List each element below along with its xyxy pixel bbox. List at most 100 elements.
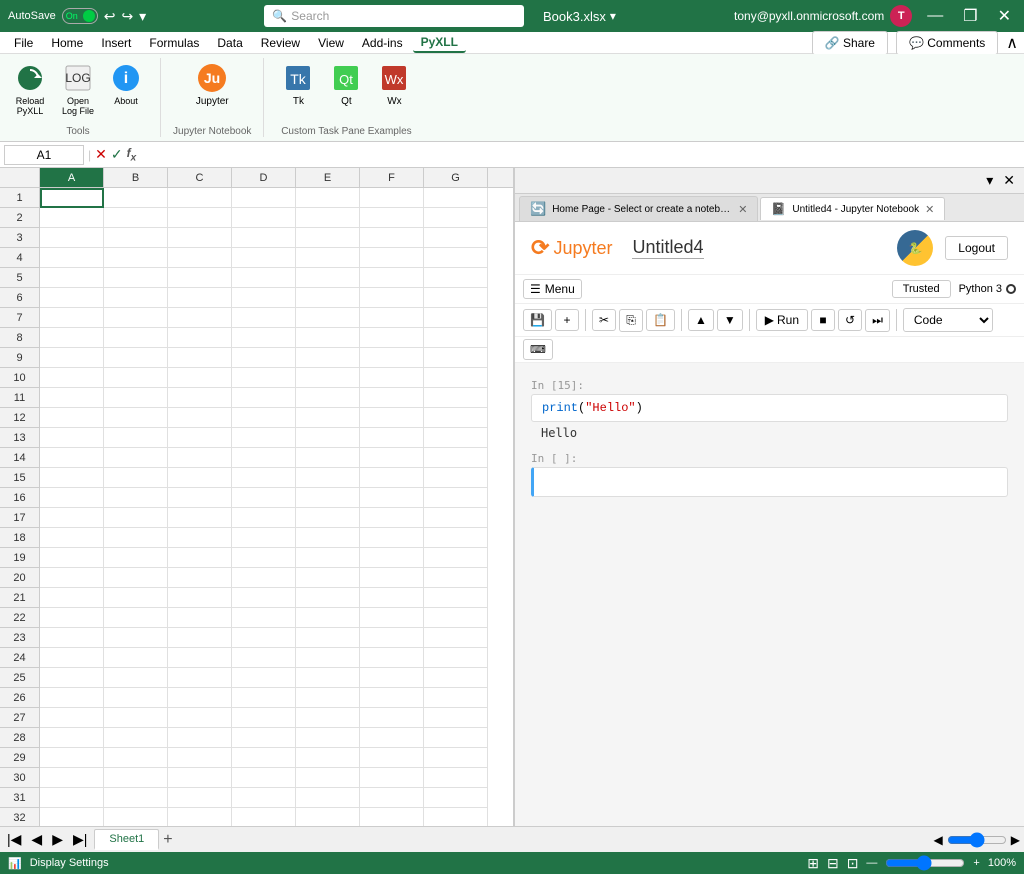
menu-file[interactable]: File: [6, 34, 41, 52]
page-layout-button[interactable]: ⊟: [827, 855, 839, 872]
menu-view[interactable]: View: [310, 34, 352, 52]
close-button[interactable]: ✕: [993, 4, 1016, 28]
wx-button[interactable]: Wx Wx: [372, 58, 416, 111]
cell-a2[interactable]: [40, 208, 104, 228]
minimize-button[interactable]: —: [922, 5, 948, 27]
cut-cell-button[interactable]: ✂: [592, 309, 616, 331]
autosave-label: AutoSave: [8, 10, 56, 22]
table-row: [40, 268, 513, 288]
move-cell-up-button[interactable]: ▲: [688, 309, 714, 331]
cell-f1[interactable]: [360, 188, 424, 208]
table-row: [40, 328, 513, 348]
interrupt-kernel-button[interactable]: ■: [811, 309, 835, 331]
maximize-button[interactable]: ❐: [958, 4, 982, 28]
file-dropdown-icon[interactable]: ▾: [610, 9, 616, 23]
scroll-left-button[interactable]: ◀: [934, 833, 943, 847]
jupyter-button[interactable]: Ju Jupyter: [190, 58, 235, 111]
notebook-cell-2: In [ ]:: [531, 452, 1008, 497]
cell-g1[interactable]: [424, 188, 488, 208]
menu-home[interactable]: Home: [43, 34, 91, 52]
sheet-nav-first[interactable]: |◀: [4, 831, 24, 848]
autosave-toggle[interactable]: On: [62, 8, 98, 24]
scroll-right-button[interactable]: ▶: [1011, 833, 1020, 847]
sheet-tab-sheet1[interactable]: Sheet1: [94, 829, 159, 850]
sheet-bar-right: ◀ ▶: [934, 832, 1020, 848]
zoom-plus-icon[interactable]: +: [973, 857, 979, 869]
fast-forward-button[interactable]: ⏭: [865, 309, 890, 332]
grid-view-button[interactable]: ⊞: [807, 855, 819, 872]
confirm-formula-icon[interactable]: ✓: [111, 146, 123, 163]
page-break-button[interactable]: ⊡: [847, 855, 859, 872]
kernel-status-icon: [1006, 284, 1016, 294]
reload-label: ReloadPyXLL: [16, 96, 45, 116]
sheet-nav-prev[interactable]: ◀: [28, 831, 45, 848]
reload-pyxll-button[interactable]: ReloadPyXLL: [8, 58, 52, 120]
restart-kernel-button[interactable]: ↺: [838, 309, 862, 331]
row-8: 8: [0, 328, 40, 348]
cell-c1[interactable]: [168, 188, 232, 208]
display-settings-label[interactable]: Display Settings: [30, 857, 109, 869]
cell-type-select[interactable]: Code Markdown Raw: [903, 308, 993, 332]
quick-access-icon[interactable]: ▾: [139, 8, 146, 25]
copy-cell-button[interactable]: ⎘: [619, 309, 643, 332]
menu-addins[interactable]: Add-ins: [354, 34, 411, 52]
cell-b1[interactable]: [104, 188, 168, 208]
sheet-nav-next[interactable]: ▶: [49, 831, 66, 848]
add-sheet-button[interactable]: +: [163, 831, 172, 849]
menu-formulas[interactable]: Formulas: [141, 34, 207, 52]
menu-review[interactable]: Review: [253, 34, 308, 52]
horizontal-scrollbar[interactable]: [947, 832, 1007, 848]
tab-untitled4[interactable]: 📓 Untitled4 - Jupyter Notebook ✕: [760, 197, 945, 220]
cell-a1[interactable]: [40, 188, 104, 208]
open-log-button[interactable]: LOG OpenLog File: [56, 58, 100, 120]
tk-button[interactable]: Tk Tk: [276, 58, 320, 111]
logout-button[interactable]: Logout: [945, 236, 1008, 260]
row-4: 4: [0, 248, 40, 268]
row-13: 13: [0, 428, 40, 448]
task-pane-close-button[interactable]: ✕: [998, 170, 1020, 191]
save-notebook-button[interactable]: 💾: [523, 309, 552, 331]
tab-home-close-icon[interactable]: ✕: [738, 203, 747, 216]
menu-data[interactable]: Data: [209, 34, 250, 52]
cell-e1[interactable]: [296, 188, 360, 208]
zoom-slider[interactable]: [885, 855, 965, 871]
qt-button[interactable]: Qt Qt: [324, 58, 368, 111]
undo-icon[interactable]: ↩: [104, 8, 116, 25]
move-cell-down-button[interactable]: ▼: [717, 309, 743, 331]
share-button[interactable]: 🔗 Share: [812, 31, 888, 55]
cell-d1[interactable]: [232, 188, 296, 208]
redo-icon[interactable]: ↪: [121, 8, 133, 25]
toolbar-separator-2: [681, 309, 682, 331]
tab-home-page[interactable]: 🔄 Home Page - Select or create a noteboo…: [519, 196, 758, 221]
menu-insert[interactable]: Insert: [93, 34, 139, 52]
qt-label: Qt: [341, 96, 352, 107]
comments-button[interactable]: 💬 Comments: [896, 31, 998, 55]
search-box[interactable]: 🔍 Search: [264, 5, 524, 27]
zoom-minus-icon[interactable]: —: [866, 857, 877, 869]
svg-text:i: i: [124, 70, 128, 87]
tab-untitled4-close-icon[interactable]: ✕: [925, 203, 934, 216]
function-icon[interactable]: fx: [127, 146, 137, 163]
jupyter-menu-button[interactable]: ☰ Menu: [523, 279, 582, 299]
avatar[interactable]: T: [890, 5, 912, 27]
task-pane-collapse-button[interactable]: ▾: [981, 170, 998, 191]
add-cell-button[interactable]: +: [555, 309, 579, 331]
paste-cell-button[interactable]: 📋: [646, 309, 675, 331]
cancel-formula-icon[interactable]: ✕: [95, 146, 107, 163]
row-5: 5: [0, 268, 40, 288]
cell-2-code[interactable]: [531, 467, 1008, 497]
sheet-nav-last[interactable]: ▶|: [70, 831, 90, 848]
formula-input[interactable]: [140, 146, 1020, 164]
run-button[interactable]: ▶ Run: [756, 309, 808, 331]
scrollbar-spacer: [501, 168, 513, 188]
svg-text:Tk: Tk: [291, 71, 308, 87]
name-box[interactable]: A1: [4, 145, 84, 165]
menu-pyxll[interactable]: PyXLL: [413, 33, 466, 53]
keyboard-shortcuts-button[interactable]: ⌨: [523, 339, 553, 360]
col-header-B: B: [104, 168, 168, 188]
about-button[interactable]: i About: [104, 58, 148, 110]
jupyter-notebook-title[interactable]: Untitled4: [632, 237, 703, 259]
ribbon-collapse-button[interactable]: ∧: [1006, 31, 1018, 55]
cell-1-code[interactable]: print("Hello"): [531, 394, 1008, 422]
formula-bar: A1 | ✕ ✓ fx: [0, 142, 1024, 168]
